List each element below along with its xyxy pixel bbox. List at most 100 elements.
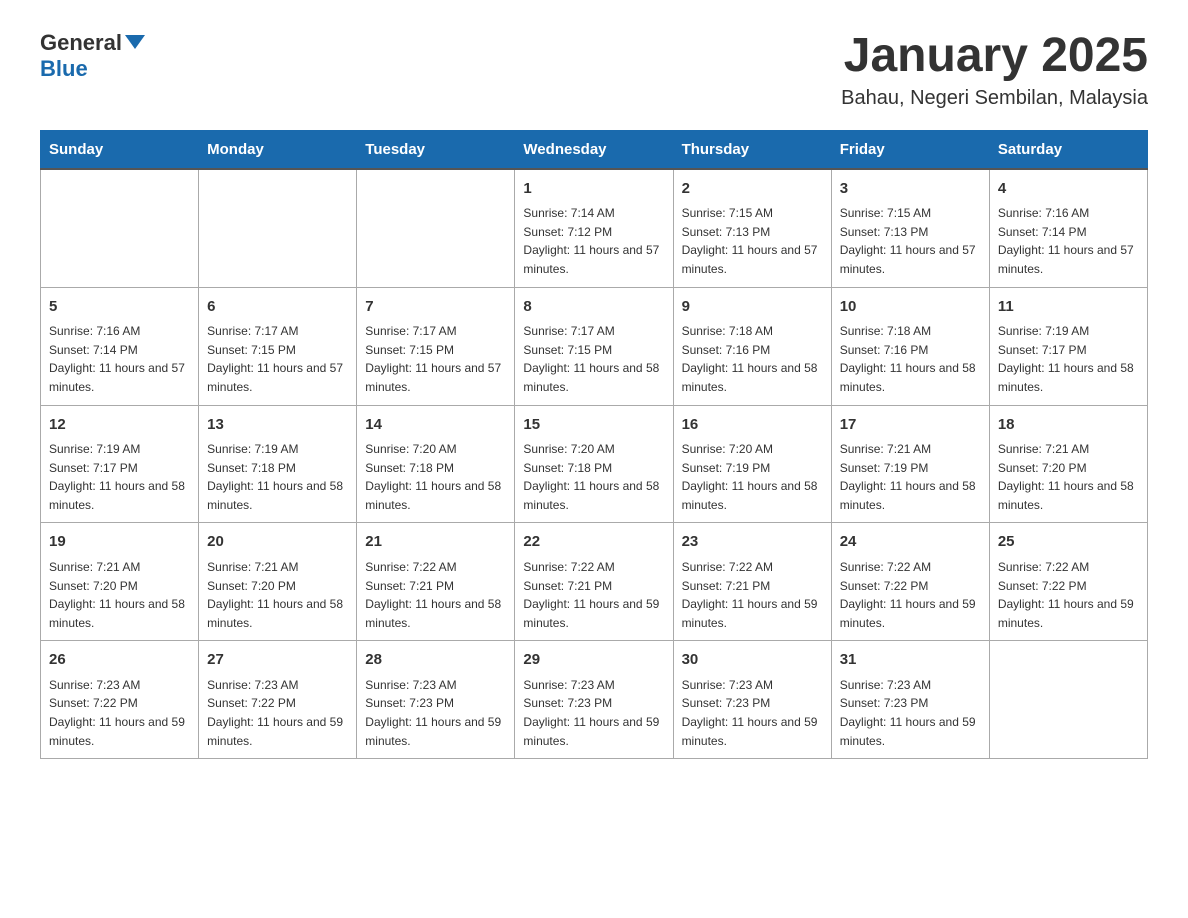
day-number: 22 — [523, 531, 664, 554]
calendar-cell: 5Sunrise: 7:16 AM Sunset: 7:14 PM Daylig… — [41, 287, 199, 405]
day-number: 23 — [682, 531, 823, 554]
calendar-cell — [199, 169, 357, 287]
calendar-cell: 4Sunrise: 7:16 AM Sunset: 7:14 PM Daylig… — [989, 169, 1147, 287]
day-number: 27 — [207, 649, 348, 672]
calendar-subtitle: Bahau, Negeri Sembilan, Malaysia — [841, 87, 1148, 110]
calendar-cell: 3 Sunrise: 7:15 AM Sunset: 7:13 PM Daylig… — [831, 169, 989, 287]
calendar-cell: 31 Sunrise: 7:23 AM Sunset: 7:23 PM Dayli… — [831, 641, 989, 759]
day-number: 26 — [49, 649, 190, 672]
day-number: 8 — [523, 296, 664, 319]
logo: General Blue — [40, 30, 145, 82]
day-info: Sunrise: 7:20 AM Sunset: 7:18 PM Dayligh… — [365, 440, 506, 514]
day-number: 20 — [207, 531, 348, 554]
column-header-friday: Friday — [831, 130, 989, 169]
day-number: 25 — [998, 531, 1139, 554]
calendar-cell: 28Sunrise: 7:23 AM Sunset: 7:23 PM Dayli… — [357, 641, 515, 759]
day-info: Sunrise: 7:19 AM Sunset: 7:17 PM Dayligh… — [49, 440, 190, 514]
day-info: Sunrise: 7:21 AM Sunset: 7:20 PM Dayligh… — [207, 558, 348, 632]
day-number: 2 — [682, 178, 823, 201]
calendar-cell: 19Sunrise: 7:21 AM Sunset: 7:20 PM Dayli… — [41, 523, 199, 641]
day-info: Sunrise: 7:22 AM Sunset: 7:21 PM Dayligh… — [682, 558, 823, 632]
day-info: Sunrise: 7:23 AM Sunset: 7:23 PM Dayligh… — [682, 676, 823, 750]
day-info: Sunrise: 7:22 AM Sunset: 7:21 PM Dayligh… — [365, 558, 506, 632]
calendar-cell: 29 Sunrise: 7:23 AM Sunset: 7:23 PM Dayli… — [515, 641, 673, 759]
calendar-cell: 8Sunrise: 7:17 AM Sunset: 7:15 PM Daylig… — [515, 287, 673, 405]
calendar-week-row: 12 Sunrise: 7:19 AM Sunset: 7:17 PM Dayli… — [41, 405, 1148, 523]
calendar-cell: 17 Sunrise: 7:21 AM Sunset: 7:19 PM Dayli… — [831, 405, 989, 523]
day-number: 15 — [523, 414, 664, 437]
calendar-cell: 11 Sunrise: 7:19 AM Sunset: 7:17 PM Dayli… — [989, 287, 1147, 405]
day-number: 6 — [207, 296, 348, 319]
logo-triangle-icon — [125, 35, 145, 49]
day-number: 21 — [365, 531, 506, 554]
day-number: 31 — [840, 649, 981, 672]
day-number: 17 — [840, 414, 981, 437]
calendar-cell: 22 Sunrise: 7:22 AM Sunset: 7:21 PM Dayli… — [515, 523, 673, 641]
day-info: Sunrise: 7:14 AM Sunset: 7:12 PM Dayligh… — [523, 204, 664, 278]
day-number: 11 — [998, 296, 1139, 319]
column-header-thursday: Thursday — [673, 130, 831, 169]
calendar-week-row: 5Sunrise: 7:16 AM Sunset: 7:14 PM Daylig… — [41, 287, 1148, 405]
day-number: 3 — [840, 178, 981, 201]
calendar-cell: 18Sunrise: 7:21 AM Sunset: 7:20 PM Dayli… — [989, 405, 1147, 523]
logo-text-main: General — [40, 30, 145, 55]
column-header-wednesday: Wednesday — [515, 130, 673, 169]
column-header-saturday: Saturday — [989, 130, 1147, 169]
day-info: Sunrise: 7:23 AM Sunset: 7:23 PM Dayligh… — [840, 676, 981, 750]
day-info: Sunrise: 7:19 AM Sunset: 7:17 PM Dayligh… — [998, 322, 1139, 396]
day-info: Sunrise: 7:17 AM Sunset: 7:15 PM Dayligh… — [365, 322, 506, 396]
calendar-cell: 13Sunrise: 7:19 AM Sunset: 7:18 PM Dayli… — [199, 405, 357, 523]
day-info: Sunrise: 7:15 AM Sunset: 7:13 PM Dayligh… — [682, 204, 823, 278]
calendar-cell: 27 Sunrise: 7:23 AM Sunset: 7:22 PM Dayli… — [199, 641, 357, 759]
day-number: 14 — [365, 414, 506, 437]
calendar-cell: 20 Sunrise: 7:21 AM Sunset: 7:20 PM Dayli… — [199, 523, 357, 641]
calendar-week-row: 1Sunrise: 7:14 AM Sunset: 7:12 PM Daylig… — [41, 169, 1148, 287]
day-info: Sunrise: 7:20 AM Sunset: 7:19 PM Dayligh… — [682, 440, 823, 514]
calendar-cell: 25Sunrise: 7:22 AM Sunset: 7:22 PM Dayli… — [989, 523, 1147, 641]
day-number: 7 — [365, 296, 506, 319]
calendar-cell — [357, 169, 515, 287]
calendar-title: January 2025 — [841, 30, 1148, 83]
day-number: 10 — [840, 296, 981, 319]
logo-wordmark: General Blue — [40, 30, 145, 82]
day-info: Sunrise: 7:19 AM Sunset: 7:18 PM Dayligh… — [207, 440, 348, 514]
column-header-sunday: Sunday — [41, 130, 199, 169]
day-info: Sunrise: 7:16 AM Sunset: 7:14 PM Dayligh… — [998, 204, 1139, 278]
day-info: Sunrise: 7:22 AM Sunset: 7:21 PM Dayligh… — [523, 558, 664, 632]
calendar-cell: 15Sunrise: 7:20 AM Sunset: 7:18 PM Dayli… — [515, 405, 673, 523]
day-info: Sunrise: 7:23 AM Sunset: 7:22 PM Dayligh… — [207, 676, 348, 750]
day-info: Sunrise: 7:21 AM Sunset: 7:19 PM Dayligh… — [840, 440, 981, 514]
day-number: 16 — [682, 414, 823, 437]
day-number: 19 — [49, 531, 190, 554]
calendar-cell: 23 Sunrise: 7:22 AM Sunset: 7:21 PM Dayli… — [673, 523, 831, 641]
calendar-week-row: 26 Sunrise: 7:23 AM Sunset: 7:22 PM Dayli… — [41, 641, 1148, 759]
logo-text-blue: Blue — [40, 56, 88, 81]
calendar-cell — [989, 641, 1147, 759]
day-number: 24 — [840, 531, 981, 554]
calendar-cell: 7 Sunrise: 7:17 AM Sunset: 7:15 PM Daylig… — [357, 287, 515, 405]
calendar-cell: 10Sunrise: 7:18 AM Sunset: 7:16 PM Dayli… — [831, 287, 989, 405]
day-number: 29 — [523, 649, 664, 672]
calendar-cell: 24Sunrise: 7:22 AM Sunset: 7:22 PM Dayli… — [831, 523, 989, 641]
day-info: Sunrise: 7:18 AM Sunset: 7:16 PM Dayligh… — [682, 322, 823, 396]
calendar-week-row: 19 Sunrise: 7:21 AM Sunset: 7:20 PM Dayli… — [41, 523, 1148, 641]
calendar-cell: 9 Sunrise: 7:18 AM Sunset: 7:16 PM Daylig… — [673, 287, 831, 405]
day-info: Sunrise: 7:23 AM Sunset: 7:23 PM Dayligh… — [523, 676, 664, 750]
calendar-table: SundayMondayTuesdayWednesdayThursdayFrid… — [40, 130, 1148, 759]
day-number: 12 — [49, 414, 190, 437]
calendar-cell: 6Sunrise: 7:17 AM Sunset: 7:15 PM Daylig… — [199, 287, 357, 405]
column-header-monday: Monday — [199, 130, 357, 169]
day-info: Sunrise: 7:23 AM Sunset: 7:22 PM Dayligh… — [49, 676, 190, 750]
day-info: Sunrise: 7:23 AM Sunset: 7:23 PM Dayligh… — [365, 676, 506, 750]
calendar-cell: 12 Sunrise: 7:19 AM Sunset: 7:17 PM Dayli… — [41, 405, 199, 523]
calendar-cell: 1Sunrise: 7:14 AM Sunset: 7:12 PM Daylig… — [515, 169, 673, 287]
column-header-tuesday: Tuesday — [357, 130, 515, 169]
calendar-cell: 16 Sunrise: 7:20 AM Sunset: 7:19 PM Dayli… — [673, 405, 831, 523]
page-header: General Blue January 2025 Bahau, Negeri … — [40, 30, 1148, 110]
calendar-cell: 2 Sunrise: 7:15 AM Sunset: 7:13 PM Daylig… — [673, 169, 831, 287]
day-info: Sunrise: 7:15 AM Sunset: 7:13 PM Dayligh… — [840, 204, 981, 278]
day-info: Sunrise: 7:21 AM Sunset: 7:20 PM Dayligh… — [998, 440, 1139, 514]
calendar-cell — [41, 169, 199, 287]
calendar-cell: 21 Sunrise: 7:22 AM Sunset: 7:21 PM Dayli… — [357, 523, 515, 641]
day-number: 9 — [682, 296, 823, 319]
